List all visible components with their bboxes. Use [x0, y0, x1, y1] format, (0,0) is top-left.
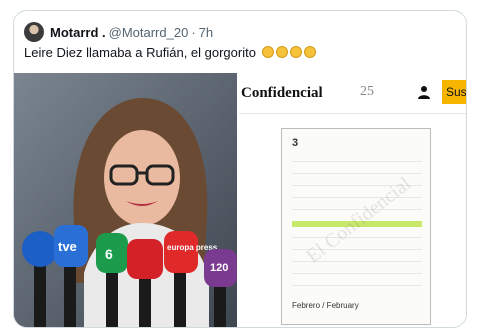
press-conference-illustration: tve 6 europa press 120: [14, 73, 237, 327]
tweet-media[interactable]: tve 6 europa press 120 Confidencial 25 S…: [14, 73, 466, 327]
rofl-emoji-icon: [289, 46, 302, 58]
user-icon[interactable]: [417, 85, 431, 104]
avatar[interactable]: [24, 22, 44, 42]
press-conference-photo[interactable]: tve 6 europa press 120: [14, 73, 237, 327]
timestamp[interactable]: 7h: [199, 25, 213, 40]
rofl-emoji-icon: [275, 46, 288, 58]
notebook-page-number: 3: [292, 137, 299, 149]
notebook-line: [292, 237, 422, 238]
tweet-card[interactable]: Motarrd . @Motarrd_20 · 7h Leire Diez ll…: [13, 10, 467, 328]
handle[interactable]: @Motarrd_20: [109, 25, 189, 40]
notebook-line: [292, 161, 422, 162]
tweet-text-body: Leire Diez llamaba a Rufián, el gorgorit…: [24, 45, 256, 60]
confidencial-anniversary-number: 25: [360, 84, 374, 99]
confidencial-masthead-bar: Confidencial 25 Sus: [239, 73, 466, 114]
tweet-header: Motarrd . @Motarrd_20 · 7h: [24, 21, 213, 43]
notebook-line: [292, 273, 422, 274]
meta-separator: ·: [191, 24, 196, 40]
channel-6-mic-label: 6: [105, 246, 113, 262]
tweet-text: Leire Diez llamaba a Rufián, el gorgorit…: [24, 45, 316, 60]
confidencial-logo: Confidencial: [241, 85, 323, 101]
rofl-emoji-icon: [261, 46, 274, 58]
display-name[interactable]: Motarrd .: [50, 25, 106, 40]
rofl-emoji-icon: [303, 46, 316, 58]
notebook-line: [292, 285, 422, 286]
notebook-month: Febrero / February: [292, 301, 359, 310]
confidencial-notebook-image[interactable]: Confidencial 25 Sus 3 El Confidencial Fe…: [239, 73, 466, 327]
mic-120-label: 120: [210, 262, 228, 274]
subscribe-button[interactable]: Sus: [442, 80, 466, 104]
tve-mic-label: tve: [58, 239, 77, 254]
notebook-page: 3 El Confidencial Febrero / February: [281, 128, 431, 325]
